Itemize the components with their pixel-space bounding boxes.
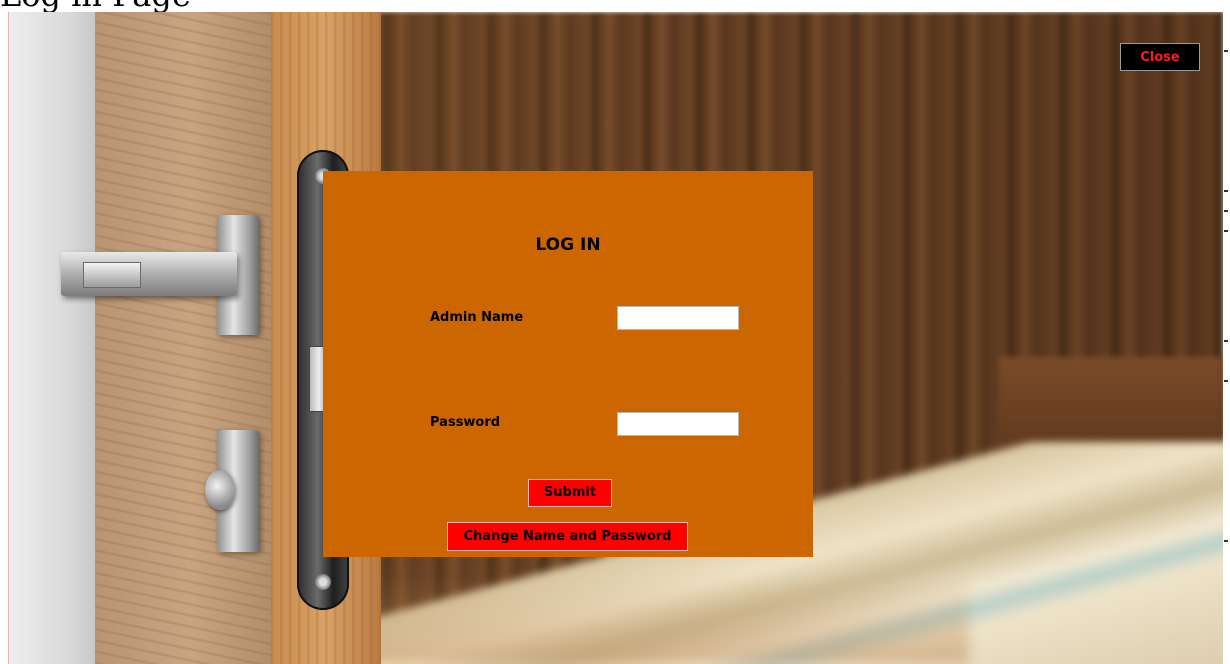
login-heading: LOG IN	[535, 235, 601, 255]
window-title: Log in Page	[0, 0, 191, 12]
door-panel	[95, 12, 285, 664]
thumb-turn-knob	[205, 470, 235, 510]
edge-mark	[1224, 210, 1228, 212]
close-button[interactable]: Close	[1120, 43, 1200, 71]
edge-mark	[1224, 50, 1228, 52]
handle-cap	[83, 262, 141, 288]
submit-button[interactable]: Submit	[528, 479, 612, 507]
change-name-password-button[interactable]: Change Name and Password	[447, 522, 688, 551]
admin-name-label: Admin Name	[430, 310, 524, 325]
edge-mark	[1224, 190, 1228, 192]
scrollbar-track	[1224, 40, 1230, 600]
edge-mark	[1224, 540, 1228, 542]
admin-name-input[interactable]	[617, 306, 739, 330]
edge-mark	[1224, 380, 1228, 382]
screw-icon	[315, 574, 331, 590]
password-label: Password	[430, 415, 501, 430]
floor-light	[369, 572, 969, 664]
edge-mark	[1224, 340, 1228, 342]
login-panel: LOG IN Admin Name Password Submit Change…	[323, 171, 813, 557]
door-frame	[9, 12, 95, 664]
password-input[interactable]	[617, 412, 739, 436]
edge-mark	[1224, 230, 1228, 232]
